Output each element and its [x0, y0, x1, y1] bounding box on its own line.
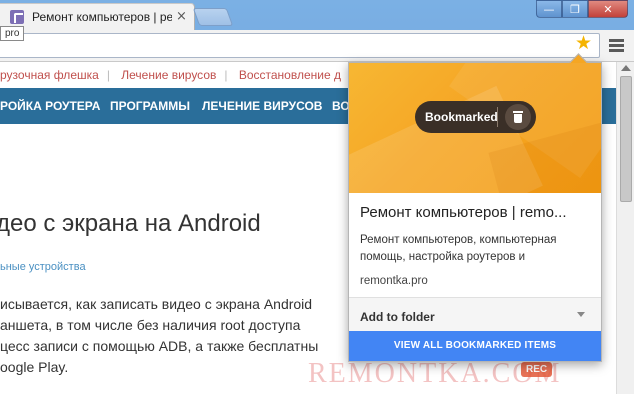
- address-bar[interactable]: [0, 33, 600, 58]
- browser-tab[interactable]: Ремонт компьютеров | ре ×: [0, 3, 195, 30]
- article-line: аншета, в том числе без наличия root дос…: [0, 317, 301, 333]
- minimize-button[interactable]: —: [536, 0, 562, 18]
- article-line: исывается, как записать видео с экрана A…: [0, 296, 313, 312]
- rec-badge: REC: [521, 362, 553, 377]
- browser-toolbar: ★: [0, 30, 634, 62]
- new-tab-button[interactable]: [192, 8, 234, 26]
- view-all-bookmarks-button[interactable]: VIEW ALL BOOKMARKED ITEMS: [349, 331, 601, 361]
- tab-title: Ремонт компьютеров | ре: [32, 10, 172, 24]
- scroll-thumb[interactable]: [620, 76, 632, 202]
- bookmark-description: Ремонт компьютеров, компьютерная помощь,…: [360, 234, 557, 263]
- tab-close-icon[interactable]: ×: [176, 9, 187, 24]
- bookmarked-pill: Bookmarked: [415, 101, 536, 133]
- article-line: цесс записи с помощью ADB, а также беспл…: [0, 338, 319, 354]
- bookmark-url: remontka.pro: [360, 275, 428, 287]
- favicon-icon: [10, 10, 24, 24]
- top-link[interactable]: Восстановление д: [239, 68, 341, 82]
- article-text: исывается, как записать видео с экрана A…: [0, 294, 318, 378]
- article-line: oogle Play.: [0, 359, 69, 375]
- bookmark-hero-image: Bookmarked: [349, 63, 601, 193]
- hamburger-menu-icon[interactable]: [609, 39, 624, 52]
- tooltip: pro: [0, 26, 25, 41]
- category-link[interactable]: ьные устройства: [0, 261, 86, 273]
- close-window-button[interactable]: ✕: [588, 0, 628, 18]
- bookmarked-label: Bookmarked: [425, 110, 498, 124]
- bookmark-title[interactable]: Ремонт компьютеров | remo...: [360, 204, 594, 221]
- browser-window: Ремонт компьютеров | ре × — ❐ ✕ ★ pro ру…: [0, 0, 634, 394]
- scroll-up-arrow-icon[interactable]: [621, 65, 631, 71]
- article-title: део с экрана на Android: [0, 210, 261, 237]
- top-link[interactable]: Лечение вирусов: [121, 68, 216, 82]
- chevron-down-icon: [577, 312, 585, 317]
- trash-icon[interactable]: [505, 104, 531, 130]
- top-links: рузочная флешка | Лечение вирусов | Восста…: [0, 68, 341, 82]
- window-controls: — ❐ ✕: [536, 0, 628, 20]
- nav-item[interactable]: ЛЕЧЕНИЕ ВИРУСОВ: [202, 99, 322, 113]
- add-to-folder-select[interactable]: Add to folder: [349, 297, 601, 331]
- nav-item[interactable]: ПРОГРАММЫ: [110, 99, 190, 113]
- restore-button[interactable]: ❐: [562, 0, 588, 18]
- top-link[interactable]: рузочная флешка: [0, 68, 99, 82]
- star-icon[interactable]: ★: [575, 34, 592, 53]
- add-to-folder-label: Add to folder: [360, 310, 435, 324]
- bookmark-bubble: Bookmarked Ремонт компьютеров | remo... …: [348, 62, 602, 362]
- nav-item[interactable]: РОЙКА РОУТЕРА: [0, 99, 100, 113]
- vertical-scrollbar[interactable]: [616, 62, 634, 394]
